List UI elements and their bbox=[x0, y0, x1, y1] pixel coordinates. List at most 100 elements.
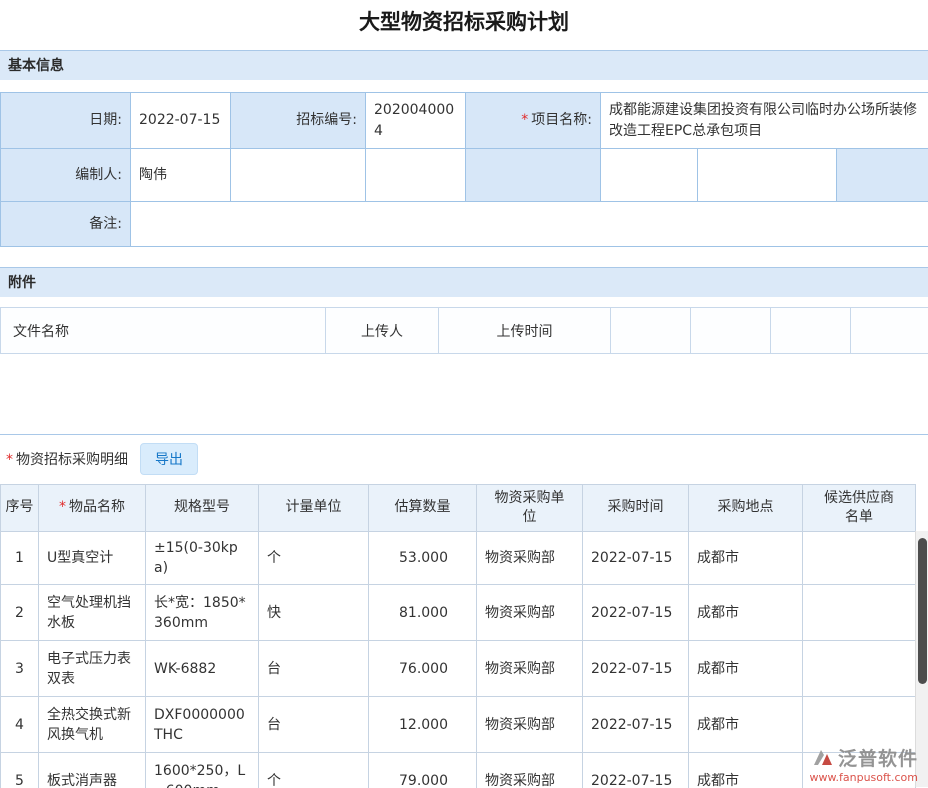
col-seq: 序号 bbox=[1, 485, 39, 532]
cell-seq: 3 bbox=[1, 641, 39, 697]
cell-purchase-dept: 物资采购部 bbox=[477, 697, 583, 753]
cell-purchase-time: 2022-07-15 bbox=[583, 641, 689, 697]
details-header-row: 序号 *物品名称 规格型号 计量单位 估算数量 物资采购单位 采购时间 采购地点… bbox=[1, 485, 916, 532]
cell-item-name: 电子式压力表双表 bbox=[39, 641, 146, 697]
cell-unit: 台 bbox=[259, 641, 369, 697]
cell-spec: DXF0000000THC bbox=[146, 697, 259, 753]
project-name-value: 成都能源建设集团投资有限公司临时办公场所装修改造工程EPC总承包项目 bbox=[601, 93, 928, 149]
details-section: *物资招标采购明细 导出 序号 *物品名称 规格型号 计量单位 估算数量 物资采… bbox=[0, 434, 928, 788]
cell-purchase-dept: 物资采购部 bbox=[477, 641, 583, 697]
empty-header-cell bbox=[851, 308, 928, 354]
remark-label: 备注: bbox=[1, 202, 131, 247]
cell-item-name: 全热交换式新风换气机 bbox=[39, 697, 146, 753]
author-value: 陶伟 bbox=[131, 149, 231, 202]
col-upload-time: 上传时间 bbox=[439, 308, 611, 354]
details-title-text: 物资招标采购明细 bbox=[16, 452, 128, 468]
cell-purchase-place: 成都市 bbox=[689, 697, 803, 753]
col-purchase-dept-text: 物资采购单位 bbox=[492, 489, 568, 527]
cell-purchase-time: 2022-07-15 bbox=[583, 753, 689, 788]
empty-cell bbox=[698, 149, 837, 202]
cell-purchase-place: 成都市 bbox=[689, 531, 803, 585]
cell-candidate-suppliers bbox=[803, 641, 916, 697]
cell-unit: 个 bbox=[259, 531, 369, 585]
attachments-table: 文件名称 上传人 上传时间 bbox=[0, 307, 928, 354]
project-name-label: *项目名称: bbox=[466, 93, 601, 149]
cell-qty: 53.000 bbox=[369, 531, 477, 585]
cell-purchase-time: 2022-07-15 bbox=[583, 531, 689, 585]
attachments-empty-area bbox=[0, 354, 928, 434]
empty-header-cell bbox=[691, 308, 771, 354]
cell-spec: 长*宽：1850*360mm bbox=[146, 585, 259, 641]
cell-item-name: 板式消声器 bbox=[39, 753, 146, 788]
cell-seq: 4 bbox=[1, 697, 39, 753]
scrollbar-thumb[interactable] bbox=[918, 538, 927, 684]
page: 大型物资招标采购计划 基本信息 日期: 2022-07-15 招标编号: 202… bbox=[0, 0, 928, 788]
bid-no-value: 2020040004 bbox=[366, 93, 466, 149]
col-uploader: 上传人 bbox=[326, 308, 439, 354]
cell-spec: WK-6882 bbox=[146, 641, 259, 697]
export-button[interactable]: 导出 bbox=[140, 443, 198, 475]
col-purchase-time: 采购时间 bbox=[583, 485, 689, 532]
details-table-wrap: 序号 *物品名称 规格型号 计量单位 估算数量 物资采购单位 采购时间 采购地点… bbox=[0, 484, 928, 788]
section-header-attachments: 附件 bbox=[0, 267, 928, 297]
details-section-header: *物资招标采购明细 导出 bbox=[0, 435, 928, 484]
watermark-brand: 泛普软件 bbox=[838, 744, 918, 771]
cell-item-name: 空气处理机挡水板 bbox=[39, 585, 146, 641]
col-qty: 估算数量 bbox=[369, 485, 477, 532]
cell-seq: 5 bbox=[1, 753, 39, 788]
cell-spec: ±15(0-30kpa) bbox=[146, 531, 259, 585]
table-row[interactable]: 3 电子式压力表双表 WK-6882 台 76.000 物资采购部 2022-0… bbox=[1, 641, 916, 697]
col-item-name-text: 物品名称 bbox=[69, 499, 125, 515]
cell-seq: 2 bbox=[1, 585, 39, 641]
col-file-name: 文件名称 bbox=[1, 308, 326, 354]
col-purchase-place: 采购地点 bbox=[689, 485, 803, 532]
cell-qty: 79.000 bbox=[369, 753, 477, 788]
details-section-title: *物资招标采购明细 bbox=[6, 449, 128, 469]
cell-qty: 76.000 bbox=[369, 641, 477, 697]
details-table: 序号 *物品名称 规格型号 计量单位 估算数量 物资采购单位 采购时间 采购地点… bbox=[0, 484, 916, 788]
table-row[interactable]: 2 空气处理机挡水板 长*宽：1850*360mm 快 81.000 物资采购部… bbox=[1, 585, 916, 641]
date-value: 2022-07-15 bbox=[131, 93, 231, 149]
cell-unit: 快 bbox=[259, 585, 369, 641]
col-spec: 规格型号 bbox=[146, 485, 259, 532]
bid-no-label: 招标编号: bbox=[231, 93, 366, 149]
table-row[interactable]: 4 全热交换式新风换气机 DXF0000000THC 台 12.000 物资采购… bbox=[1, 697, 916, 753]
empty-cell bbox=[601, 149, 698, 202]
cell-candidate-suppliers bbox=[803, 585, 916, 641]
project-name-label-text: 项目名称: bbox=[531, 112, 592, 128]
date-label: 日期: bbox=[1, 93, 131, 149]
cell-purchase-time: 2022-07-15 bbox=[583, 585, 689, 641]
required-asterisk: * bbox=[6, 452, 13, 468]
remark-value bbox=[131, 202, 928, 247]
cell-candidate-suppliers bbox=[803, 531, 916, 585]
cell-purchase-time: 2022-07-15 bbox=[583, 697, 689, 753]
cell-purchase-dept: 物资采购部 bbox=[477, 531, 583, 585]
section-header-basic-info: 基本信息 bbox=[0, 50, 928, 80]
watermark: 泛普软件 www.fanpusoft.com bbox=[810, 744, 918, 784]
table-row[interactable]: 5 板式消声器 1600*250，L=600mm 个 79.000 物资采购部 … bbox=[1, 753, 916, 788]
empty-header-cell bbox=[771, 308, 851, 354]
cell-purchase-dept: 物资采购部 bbox=[477, 585, 583, 641]
cell-item-name: U型真空计 bbox=[39, 531, 146, 585]
empty-cell bbox=[466, 149, 601, 202]
cell-qty: 12.000 bbox=[369, 697, 477, 753]
empty-cell bbox=[837, 149, 928, 202]
page-title: 大型物资招标采购计划 bbox=[0, 0, 928, 38]
col-unit: 计量单位 bbox=[259, 485, 369, 532]
basic-info-table: 日期: 2022-07-15 招标编号: 2020040004 *项目名称: 成… bbox=[0, 92, 928, 247]
cell-seq: 1 bbox=[1, 531, 39, 585]
cell-spec: 1600*250，L=600mm bbox=[146, 753, 259, 788]
col-candidate-suppliers: 候选供应商名单 bbox=[803, 485, 916, 532]
col-purchase-dept: 物资采购单位 bbox=[477, 485, 583, 532]
cell-purchase-place: 成都市 bbox=[689, 753, 803, 788]
cell-purchase-place: 成都市 bbox=[689, 641, 803, 697]
table-row[interactable]: 1 U型真空计 ±15(0-30kpa) 个 53.000 物资采购部 2022… bbox=[1, 531, 916, 585]
author-label: 编制人: bbox=[1, 149, 131, 202]
empty-cell bbox=[366, 149, 466, 202]
fanpu-logo-icon bbox=[810, 748, 834, 768]
required-asterisk: * bbox=[59, 499, 66, 515]
cell-unit: 个 bbox=[259, 753, 369, 788]
cell-qty: 81.000 bbox=[369, 585, 477, 641]
cell-unit: 台 bbox=[259, 697, 369, 753]
watermark-url: www.fanpusoft.com bbox=[810, 771, 918, 784]
